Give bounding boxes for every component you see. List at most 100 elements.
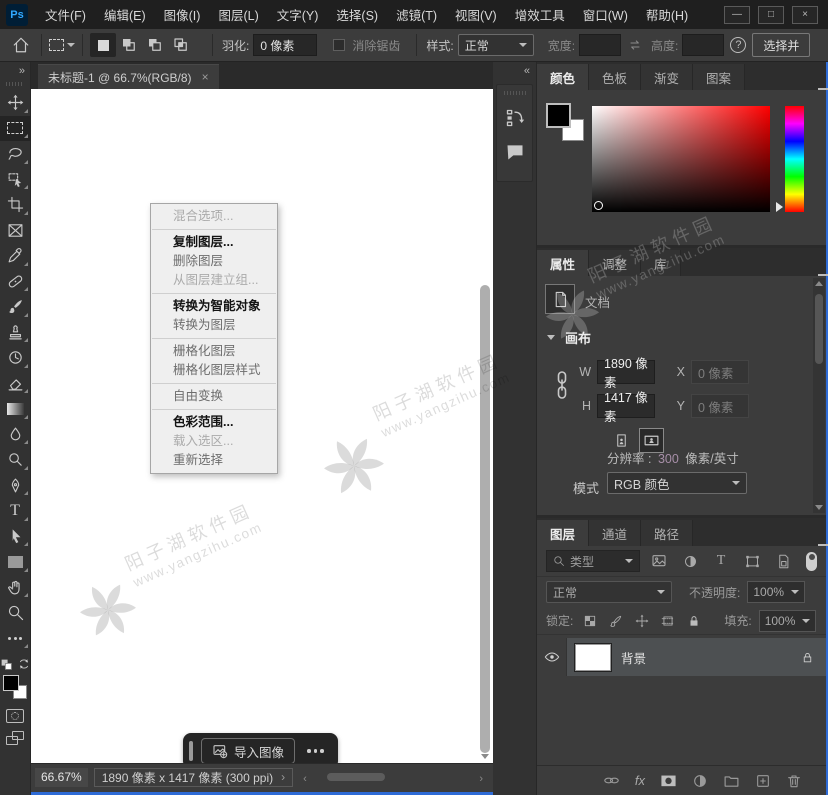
tab-gradients[interactable]: 渐变: [641, 64, 693, 90]
lock-artboard-button[interactable]: [658, 614, 677, 628]
scroll-left-arrow-icon[interactable]: ‹: [303, 773, 307, 785]
canvas-height-input[interactable]: 1417 像素: [597, 394, 655, 418]
lock-all-button[interactable]: [684, 614, 703, 628]
history-panel-button[interactable]: [500, 103, 530, 133]
menu-window[interactable]: 窗口(W): [574, 0, 637, 29]
home-button[interactable]: [8, 33, 34, 57]
style-dropdown[interactable]: 正常: [458, 34, 534, 56]
frame-tool[interactable]: [0, 218, 31, 244]
layer-visibility-cell[interactable]: [537, 638, 567, 676]
scrollbar-thumb[interactable]: [815, 294, 823, 364]
collapse-panels-button[interactable]: «: [493, 62, 536, 80]
selection-mode-subtract-button[interactable]: [142, 33, 168, 57]
more-options-button[interactable]: [303, 749, 328, 753]
layer-lock-badge[interactable]: [801, 651, 818, 664]
menu-filter[interactable]: 滤镜(T): [387, 0, 446, 29]
filter-adjustment-layers-button[interactable]: [678, 550, 702, 572]
filter-type-dropdown[interactable]: 类型: [546, 550, 640, 572]
history-brush-tool[interactable]: [0, 345, 31, 371]
resolution-value[interactable]: 300: [658, 452, 679, 466]
menu-item-reselect[interactable]: 重新选择: [151, 451, 277, 470]
canvas[interactable]: 混合选项... 复制图层... 删除图层 从图层建立组... 转换为智能对象 转…: [31, 89, 493, 763]
pen-tool[interactable]: [0, 473, 31, 499]
scroll-down-arrow-icon[interactable]: [815, 505, 823, 510]
document-properties-button[interactable]: [545, 284, 575, 314]
rectangle-tool[interactable]: [0, 549, 31, 575]
antialias-checkbox[interactable]: [333, 39, 345, 51]
menu-item-duplicate-layer[interactable]: 复制图层...: [151, 233, 277, 252]
hand-tool[interactable]: [0, 575, 31, 601]
zoom-level-field[interactable]: 66.67%: [35, 768, 88, 787]
selection-mode-add-button[interactable]: [116, 33, 142, 57]
canvas-y-input[interactable]: 0 像素: [691, 394, 749, 418]
add-mask-icon[interactable]: [660, 772, 677, 789]
type-tool[interactable]: T: [0, 498, 31, 524]
rectangular-marquee-tool[interactable]: [0, 116, 31, 142]
maximize-button[interactable]: □: [758, 6, 784, 24]
color-mode-dropdown[interactable]: RGB 颜色: [607, 472, 747, 494]
lasso-tool[interactable]: [0, 141, 31, 167]
import-image-button[interactable]: 导入图像: [201, 738, 295, 764]
swap-dimensions-icon[interactable]: [627, 37, 643, 53]
document-info[interactable]: 1890 像素 x 1417 像素 (300 ppi) ›: [94, 768, 293, 787]
layer-name[interactable]: 背景: [621, 648, 646, 667]
tab-swatches[interactable]: 色板: [589, 64, 641, 90]
selection-mode-new-button[interactable]: [90, 33, 116, 57]
menu-item-delete-layer[interactable]: 删除图层: [151, 252, 277, 271]
canvas-vertical-scrollbar[interactable]: [480, 89, 491, 763]
tab-paths[interactable]: 路径: [641, 520, 693, 546]
properties-scrollbar[interactable]: [813, 278, 825, 513]
tool-preset-button[interactable]: [49, 33, 75, 57]
panel-grip[interactable]: [6, 82, 24, 86]
link-dimensions-icon[interactable]: [555, 370, 569, 400]
select-and-mask-button[interactable]: 选择并: [752, 33, 810, 57]
eyedropper-tool[interactable]: [0, 243, 31, 269]
brush-tool[interactable]: [0, 294, 31, 320]
move-tool[interactable]: [0, 90, 31, 116]
scroll-up-arrow-icon[interactable]: [815, 281, 823, 286]
default-colors-icon[interactable]: [0, 658, 13, 671]
layer-selected-region[interactable]: 背景: [567, 638, 826, 676]
minimize-button[interactable]: —: [724, 6, 750, 24]
menu-item-rasterize-layer[interactable]: 栅格化图层: [151, 342, 277, 361]
lock-position-button[interactable]: [632, 614, 651, 628]
tab-libraries[interactable]: 库: [641, 250, 681, 276]
saturation-brightness-field[interactable]: [592, 106, 770, 212]
dodge-tool[interactable]: [0, 447, 31, 473]
filter-pixel-layers-button[interactable]: [647, 550, 671, 572]
scroll-down-arrow-icon[interactable]: [481, 754, 489, 759]
healing-brush-tool[interactable]: [0, 269, 31, 295]
new-layer-icon[interactable]: [755, 773, 771, 789]
selection-mode-intersect-button[interactable]: [168, 33, 194, 57]
tab-channels[interactable]: 通道: [589, 520, 641, 546]
gradient-tool[interactable]: [0, 396, 31, 422]
blur-tool[interactable]: [0, 422, 31, 448]
screen-mode-button[interactable]: [6, 731, 24, 745]
menu-help[interactable]: 帮助(H): [637, 0, 697, 29]
menu-plugins[interactable]: 增效工具: [506, 0, 574, 29]
menu-view[interactable]: 视图(V): [446, 0, 506, 29]
scrollbar-thumb[interactable]: [327, 773, 385, 781]
link-layers-icon[interactable]: [603, 772, 620, 789]
filter-shape-layers-button[interactable]: [740, 550, 764, 572]
tab-color[interactable]: 颜色: [537, 64, 589, 90]
help-icon[interactable]: ?: [730, 37, 746, 53]
hue-strip[interactable]: [785, 106, 804, 212]
width-input[interactable]: [579, 34, 621, 56]
canvas-x-input[interactable]: 0 像素: [691, 360, 749, 384]
menu-type[interactable]: 文字(Y): [268, 0, 328, 29]
tab-patterns[interactable]: 图案: [693, 64, 745, 90]
menu-item-free-transform[interactable]: 自由变换: [151, 387, 277, 406]
path-selection-tool[interactable]: [0, 524, 31, 550]
blend-mode-dropdown[interactable]: 正常: [546, 581, 672, 603]
swap-colors-icon[interactable]: [17, 657, 31, 671]
tab-adjustments[interactable]: 调整: [589, 250, 641, 276]
tab-layers[interactable]: 图层: [537, 520, 589, 546]
menu-layer[interactable]: 图层(L): [209, 0, 267, 29]
drag-handle[interactable]: [189, 741, 193, 761]
expand-toolbar-button[interactable]: »: [0, 62, 30, 80]
filter-smart-objects-button[interactable]: [771, 550, 795, 572]
menu-edit[interactable]: 编辑(E): [95, 0, 155, 29]
menu-item-convert-to-smart-object[interactable]: 转换为智能对象: [151, 297, 277, 316]
color-picker-handle[interactable]: [594, 201, 603, 210]
